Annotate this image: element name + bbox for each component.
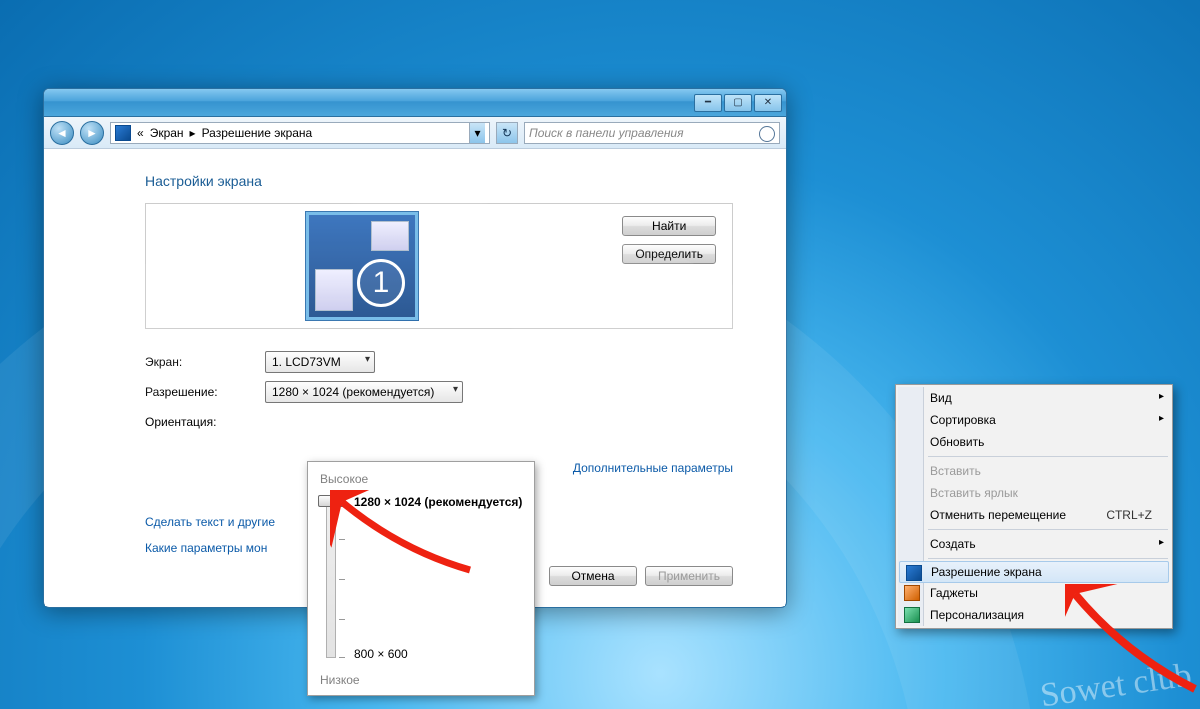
screen-label: Экран: — [145, 355, 265, 369]
nav-back-button[interactable]: ◄ — [50, 121, 74, 145]
breadcrumb-sep-icon: ▸ — [190, 126, 196, 140]
ctx-paste: Вставить — [898, 460, 1170, 482]
search-placeholder: Поиск в панели управления — [529, 126, 684, 140]
resolution-combobox[interactable]: 1280 × 1024 (рекомендуется) — [265, 381, 463, 403]
ctx-gadgets[interactable]: Гаджеты — [898, 582, 1170, 604]
nav-forward-button[interactable]: ► — [80, 121, 104, 145]
resolution-slider-thumb[interactable] — [318, 495, 344, 507]
ctx-screen-resolution[interactable]: Разрешение экрана — [899, 561, 1169, 583]
monitor-thumb-window2-icon — [315, 269, 353, 311]
ctx-refresh[interactable]: Обновить — [898, 431, 1170, 453]
apply-button: Применить — [645, 566, 733, 586]
advanced-settings-link[interactable]: Дополнительные параметры — [573, 461, 733, 475]
ctx-sort[interactable]: Сортировка — [898, 409, 1170, 431]
gadgets-icon — [904, 585, 920, 601]
identify-button[interactable]: Определить — [622, 244, 716, 264]
page-title: Настройки экрана — [145, 173, 733, 189]
find-button[interactable]: Найти — [622, 216, 716, 236]
resolution-label: Разрешение: — [145, 385, 265, 399]
slider-bottom-value: 800 × 600 — [354, 647, 408, 661]
address-dropdown-button[interactable]: ▾ — [469, 123, 485, 143]
ctx-undo-move[interactable]: Отменить перемещение CTRL+Z — [898, 504, 1170, 526]
ctx-personalize[interactable]: Персонализация — [898, 604, 1170, 626]
address-bar[interactable]: « Экран ▸ Разрешение экрана ▾ — [110, 122, 490, 144]
ctx-paste-shortcut: Вставить ярлык — [898, 482, 1170, 504]
screen-combobox[interactable]: 1. LCD73VM — [265, 351, 375, 373]
screen-resolution-icon — [906, 565, 922, 581]
personalize-icon — [904, 607, 920, 623]
cancel-button[interactable]: Отмена — [549, 566, 637, 586]
breadcrumb-prefix: « — [137, 126, 144, 140]
screen-combobox-value: 1. LCD73VM — [272, 355, 341, 369]
monitor-thumbnail[interactable]: 1 — [306, 212, 418, 320]
breadcrumb-segment-resolution[interactable]: Разрешение экрана — [202, 126, 313, 140]
watermark: Sowet club — [1038, 657, 1194, 709]
resolution-slider-track[interactable] — [326, 498, 336, 658]
breadcrumb-segment-screen[interactable]: Экран — [150, 126, 184, 140]
monitor-number: 1 — [357, 259, 405, 307]
refresh-button[interactable]: ↻ — [496, 122, 518, 144]
ctx-create[interactable]: Создать — [898, 533, 1170, 555]
ctx-undo-shortcut: CTRL+Z — [1106, 508, 1152, 522]
resolution-combobox-value: 1280 × 1024 (рекомендуется) — [272, 385, 434, 399]
slider-low-label: Низкое — [320, 673, 360, 687]
navbar: ◄ ► « Экран ▸ Разрешение экрана ▾ ↻ Поис… — [44, 117, 786, 149]
desktop-context-menu: Вид Сортировка Обновить Вставить Вставит… — [895, 384, 1173, 629]
maximize-button[interactable]: ▢ — [724, 94, 752, 112]
monitor-thumb-window-icon — [371, 221, 409, 251]
ctx-separator — [928, 529, 1168, 530]
monitor-preview-area: 1 Найти Определить — [145, 203, 733, 329]
orientation-label: Ориентация: — [145, 415, 265, 429]
desktop: ━ ▢ ✕ ◄ ► « Экран ▸ Разрешение экрана ▾ … — [0, 0, 1200, 709]
slider-high-label: Высокое — [320, 472, 522, 486]
control-panel-icon — [115, 125, 131, 141]
resolution-slider-popup: Высокое 1280 × 1024 (рекомендуется) 800 … — [307, 461, 535, 696]
titlebar[interactable]: ━ ▢ ✕ — [44, 89, 786, 117]
minimize-button[interactable]: ━ — [694, 94, 722, 112]
slider-top-value: 1280 × 1024 (рекомендуется) — [354, 495, 522, 509]
ctx-view[interactable]: Вид — [898, 387, 1170, 409]
close-button[interactable]: ✕ — [754, 94, 782, 112]
search-input[interactable]: Поиск в панели управления — [524, 122, 780, 144]
ctx-separator — [928, 558, 1168, 559]
ctx-separator — [928, 456, 1168, 457]
